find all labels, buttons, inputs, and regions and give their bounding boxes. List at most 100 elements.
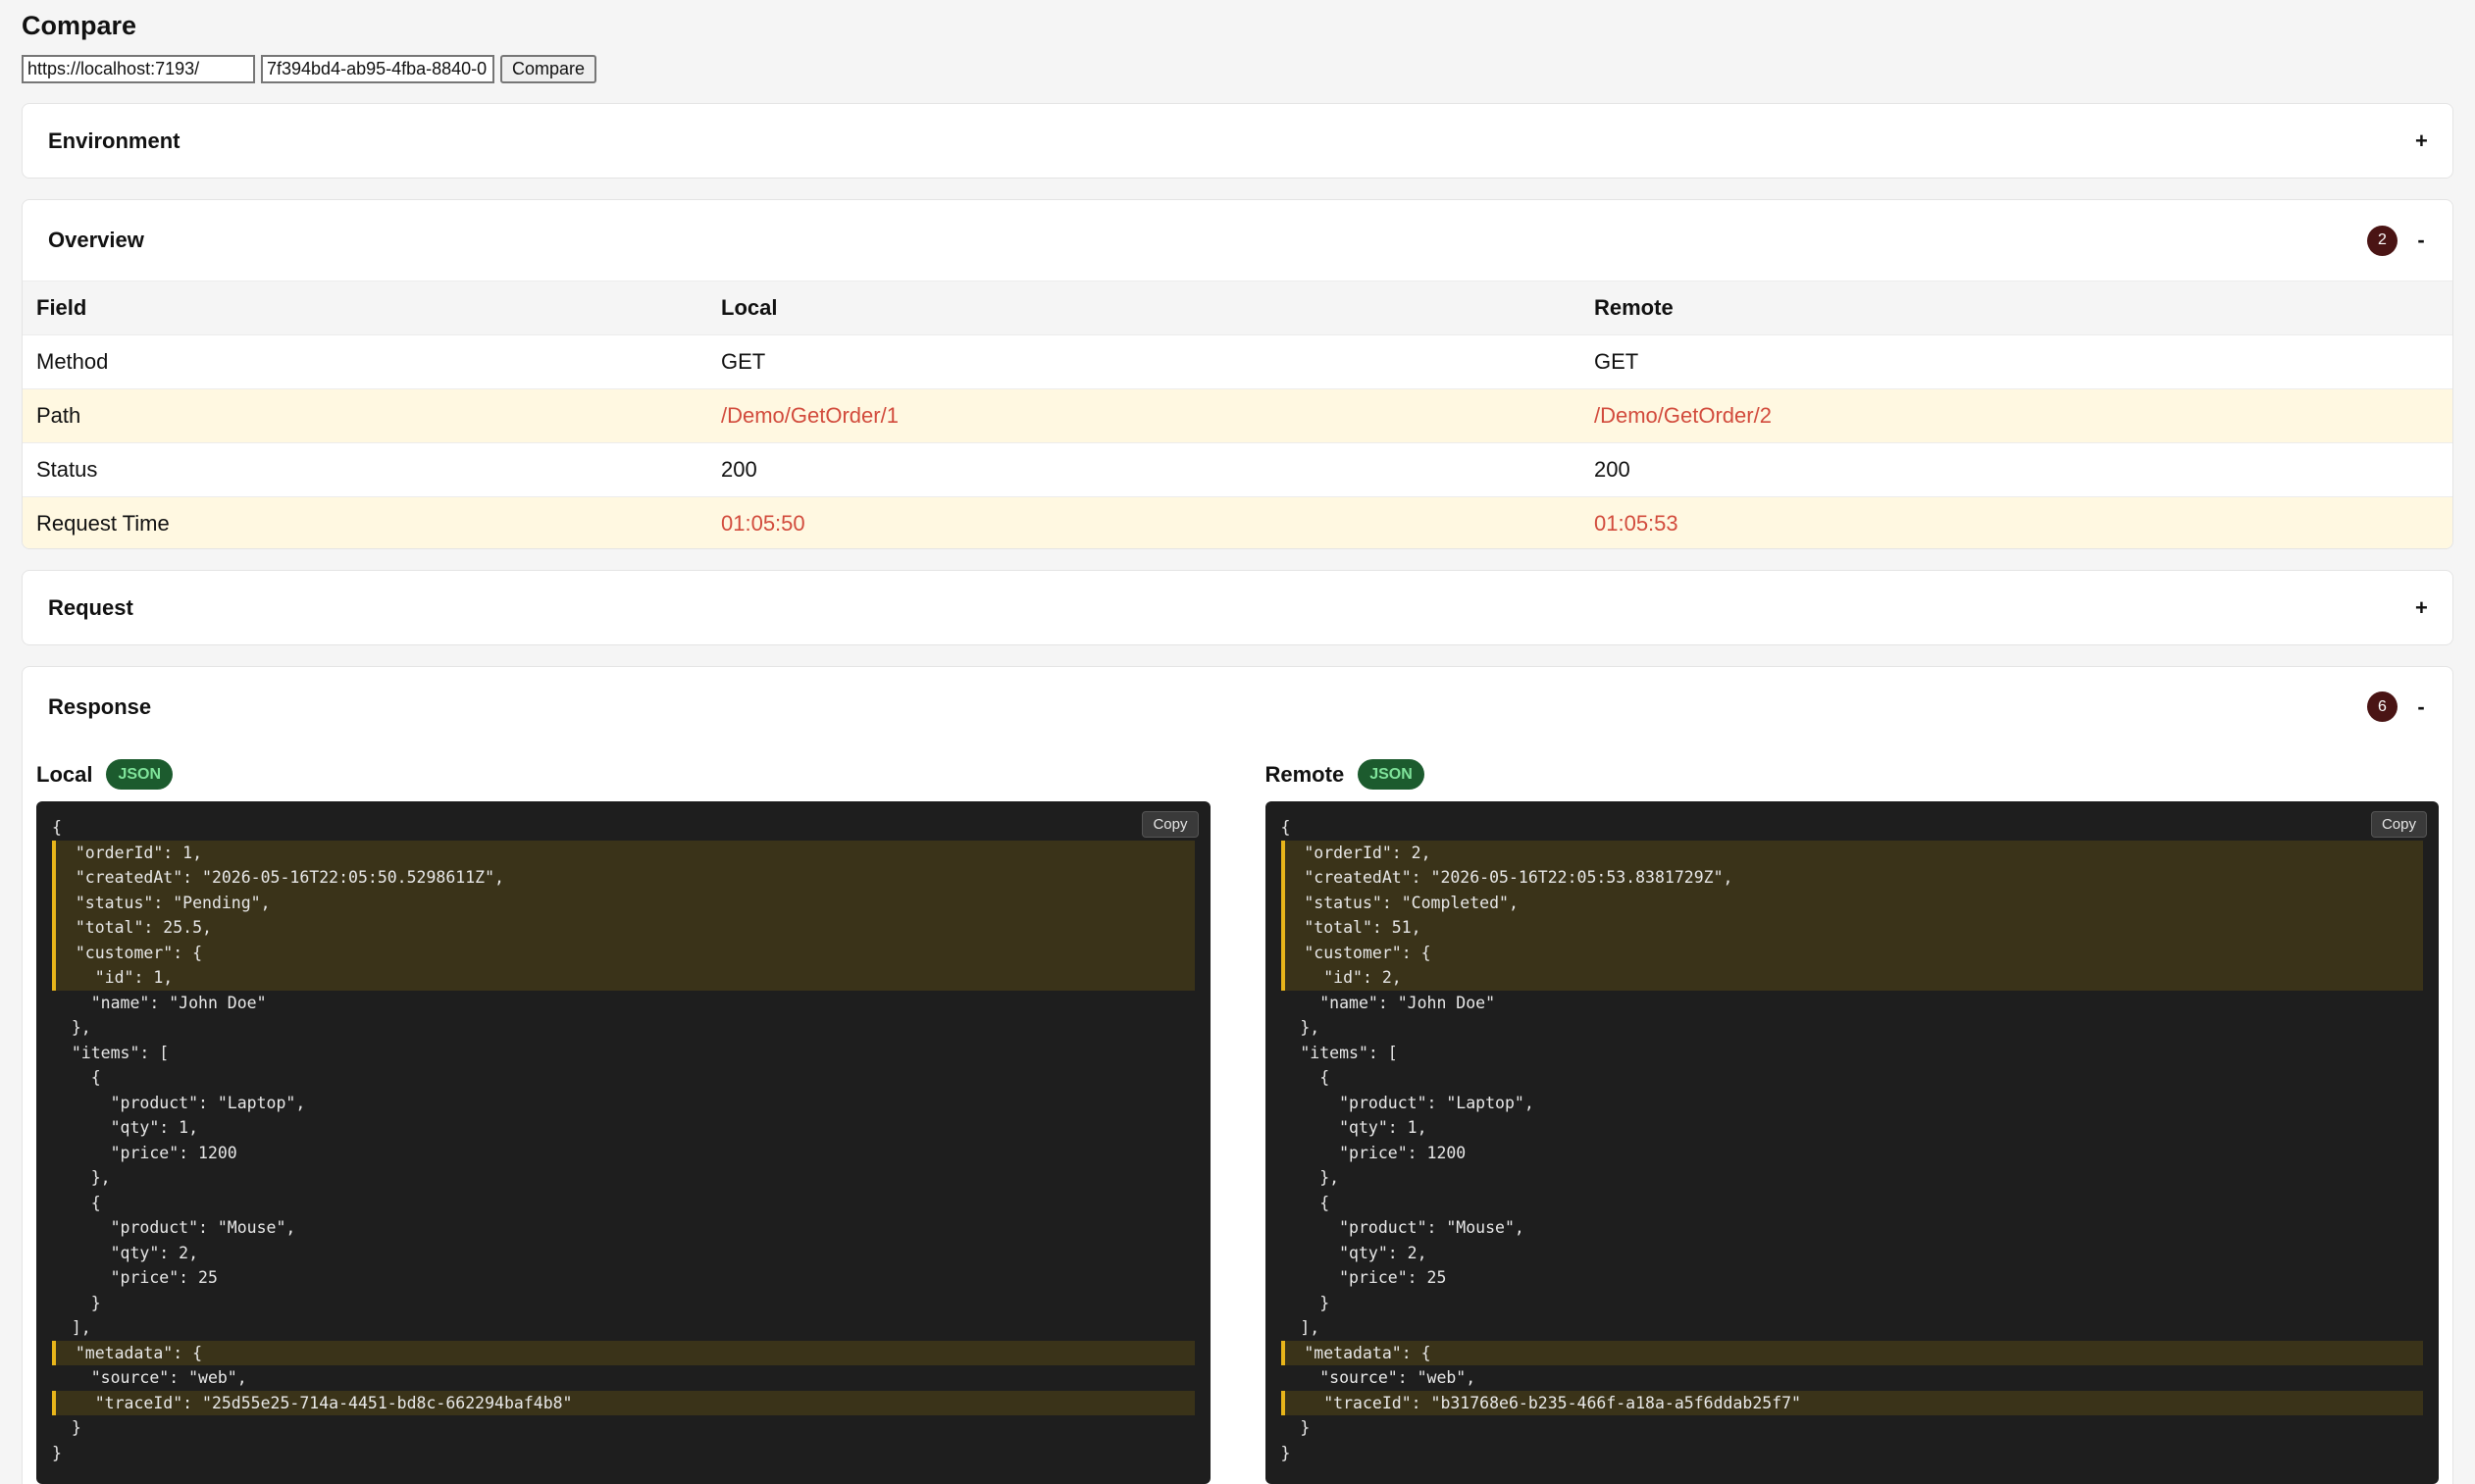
local-json-viewer: Copy { "orderId": 1, "createdAt": "2026-… — [36, 801, 1211, 1484]
table-row: Path/Demo/GetOrder/1/Demo/GetOrder/2 — [23, 388, 2452, 443]
cell-local: 01:05:50 — [707, 496, 1580, 548]
diff-line: "traceId": "b31768e6-b235-466f-a18a-a5f6… — [1280, 1390, 2423, 1415]
cell-remote: 200 — [1580, 442, 2452, 497]
table-header-row: Field Local Remote — [23, 281, 2452, 335]
remote-response-column: Remote JSON Copy { "orderId": 2, "create… — [1264, 757, 2439, 1484]
diff-line: "status": "Completed", — [1280, 890, 2423, 915]
diff-line: "createdAt": "2026-05-16T22:05:50.529861… — [52, 865, 1195, 891]
expand-toggle-icon[interactable]: + — [2415, 595, 2428, 621]
diff-line: "total": 25.5, — [52, 915, 1195, 941]
code-line: } — [52, 1443, 62, 1462]
cell-field: Path — [23, 388, 707, 443]
code-line: { — [52, 1193, 101, 1212]
code-line: "qty": 1, — [52, 1118, 199, 1137]
code-line: { — [1280, 1193, 1330, 1212]
collapse-toggle-icon[interactable]: - — [2415, 694, 2427, 720]
cell-field: Method — [23, 334, 707, 389]
diff-count-badge: 6 — [2367, 691, 2398, 722]
code-line: }, — [1280, 1168, 1340, 1187]
format-badge: JSON — [106, 759, 174, 790]
copy-button[interactable]: Copy — [2370, 811, 2427, 838]
overview-header[interactable]: Overview 2 - — [23, 200, 2452, 281]
code-line: "source": "web", — [52, 1368, 247, 1387]
remote-response-label: Remote — [1264, 761, 1345, 787]
code-line: { — [1280, 1068, 1330, 1087]
cell-local: GET — [707, 334, 1580, 389]
code-line: "source": "web", — [1280, 1368, 1476, 1387]
response-title: Response — [48, 693, 152, 719]
base-url-input[interactable] — [22, 55, 255, 83]
request-panel: Request + — [22, 570, 2453, 645]
code-line: "product": "Mouse", — [1280, 1218, 1524, 1237]
code-line: "items": [ — [52, 1043, 170, 1062]
environment-header[interactable]: Environment + — [23, 104, 2452, 178]
cell-remote: 01:05:53 — [1580, 496, 2452, 548]
page-title: Compare — [22, 11, 137, 40]
environment-title: Environment — [48, 128, 180, 153]
code-line: }, — [52, 1168, 111, 1187]
code-line: }, — [1280, 1018, 1320, 1037]
code-line: "price": 25 — [52, 1268, 218, 1287]
column-header-field: Field — [23, 281, 707, 335]
copy-button[interactable]: Copy — [1142, 811, 1199, 838]
overview-title: Overview — [48, 228, 144, 252]
code-line: { — [52, 818, 62, 837]
diff-count-badge: 2 — [2367, 225, 2398, 256]
code-line: } — [1280, 1293, 1330, 1312]
diff-line: "metadata": { — [52, 1340, 1195, 1365]
code-line: } — [52, 1293, 101, 1312]
code-line: "qty": 2, — [52, 1243, 199, 1262]
diff-line: "customer": { — [52, 940, 1195, 965]
code-line: }, — [52, 1018, 91, 1037]
code-line: } — [1280, 1418, 1311, 1437]
cell-remote: /Demo/GetOrder/2 — [1580, 388, 2452, 443]
code-line: "price": 1200 — [1280, 1143, 1467, 1162]
code-line: } — [52, 1418, 81, 1437]
format-badge: JSON — [1358, 759, 1424, 790]
code-line: } — [1280, 1443, 1291, 1462]
column-header-local: Local — [707, 281, 1580, 335]
remote-json-viewer: Copy { "orderId": 2, "createdAt": "2026-… — [1264, 801, 2439, 1484]
code-line: "items": [ — [1280, 1043, 1398, 1062]
code-line: "name": "John Doe" — [52, 993, 267, 1012]
request-header[interactable]: Request + — [23, 571, 2452, 644]
table-row: Request Time 01:05:50 01:05:53 — [23, 496, 2452, 548]
cell-remote: GET — [1580, 334, 2452, 389]
cell-field: Request Time — [23, 496, 707, 548]
diff-line: "orderId": 1, — [52, 840, 1195, 865]
compare-button[interactable]: Compare — [500, 55, 597, 83]
diff-line: "status": "Pending", — [52, 890, 1195, 915]
diff-line: "metadata": { — [1280, 1340, 2423, 1365]
local-response-label: Local — [36, 761, 93, 787]
diff-line: "createdAt": "2026-05-16T22:05:53.838172… — [1280, 865, 2423, 891]
diff-line: "id": 2, — [1280, 965, 2423, 991]
request-id-input[interactable] — [261, 55, 494, 83]
column-header-remote: Remote — [1580, 281, 2452, 335]
environment-panel: Environment + — [22, 103, 2453, 179]
code-line: "price": 1200 — [52, 1143, 237, 1162]
response-panel: Response 6 - Local JSON Copy { "orderId"… — [22, 666, 2453, 1484]
cell-local: 200 — [707, 442, 1580, 497]
diff-line: "customer": { — [1280, 940, 2423, 965]
code-line: "name": "John Doe" — [1280, 993, 1496, 1012]
code-line: "price": 25 — [1280, 1268, 1447, 1287]
code-line: "qty": 2, — [1280, 1243, 1427, 1262]
diff-line: "orderId": 2, — [1280, 840, 2423, 865]
code-line: "product": "Laptop", — [52, 1093, 306, 1112]
code-line: { — [1280, 818, 1291, 837]
response-header[interactable]: Response 6 - — [23, 667, 2452, 746]
diff-line: "id": 1, — [52, 965, 1195, 991]
table-row: Method GET GET — [23, 334, 2452, 389]
table-row: Status 200 200 — [23, 442, 2452, 497]
overview-panel: Overview 2 - Field Local Remote Method GE… — [22, 199, 2453, 549]
diff-line: "total": 51, — [1280, 915, 2423, 941]
collapse-toggle-icon[interactable]: - — [2415, 228, 2427, 253]
code-line: ], — [52, 1318, 91, 1337]
code-line: "qty": 1, — [1280, 1118, 1427, 1137]
expand-toggle-icon[interactable]: + — [2415, 128, 2428, 154]
code-line: ], — [1280, 1318, 1320, 1337]
compare-controls: Compare — [22, 55, 597, 83]
cell-field: Status — [23, 442, 707, 497]
code-line: "product": "Laptop", — [1280, 1093, 1534, 1112]
overview-table: Field Local Remote Method GET GET Path/Demo… — [23, 281, 2452, 548]
